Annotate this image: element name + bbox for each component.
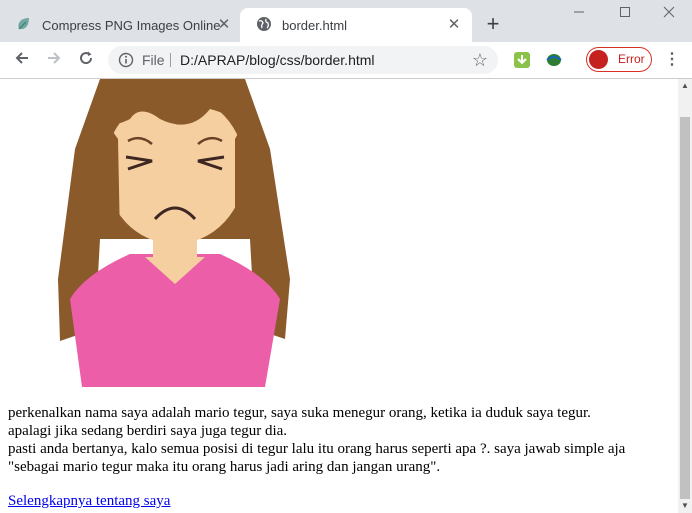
second-paragraph: pasti anda bertanya, kalo semua posisi d… bbox=[8, 440, 672, 476]
scheme-label: File bbox=[142, 52, 165, 68]
maximize-icon bbox=[620, 7, 630, 17]
tab-label: border.html bbox=[282, 17, 348, 33]
globe-icon bbox=[256, 16, 272, 35]
tab-border-html[interactable]: border.html ✕ bbox=[240, 8, 472, 42]
page-viewport: perkenalkan nama saya adalah mario tegur… bbox=[0, 79, 678, 513]
back-button[interactable] bbox=[10, 48, 34, 72]
minimize-icon bbox=[574, 11, 584, 13]
about-me-link[interactable]: Selengkapnya tentang saya bbox=[8, 492, 170, 510]
intro-paragraph: perkenalkan nama saya adalah mario tegur… bbox=[8, 404, 672, 440]
profile-error-button[interactable]: Error bbox=[586, 47, 652, 72]
scroll-down-icon[interactable]: ▼ bbox=[678, 499, 692, 513]
avatar bbox=[589, 50, 608, 69]
page-content: perkenalkan nama saya adalah mario tegur… bbox=[8, 404, 672, 510]
url-text[interactable]: D:/APRAP/blog/css/border.html bbox=[180, 52, 375, 68]
arrow-right-icon bbox=[48, 52, 61, 64]
profile-error-label: Error bbox=[618, 52, 645, 66]
tab-compress-png[interactable]: Compress PNG Images Online ✕ bbox=[0, 8, 242, 42]
text-line: perkenalkan nama saya adalah mario tegur… bbox=[8, 405, 591, 421]
info-icon[interactable] bbox=[118, 52, 134, 68]
page-scrollbar[interactable]: ▲ ▼ bbox=[678, 79, 692, 513]
leaf-icon bbox=[16, 16, 32, 35]
close-window-button[interactable] bbox=[646, 4, 692, 22]
scroll-up-icon[interactable]: ▲ bbox=[678, 79, 692, 93]
browser-toolbar: File D:/APRAP/blog/css/border.html ☆ Err… bbox=[0, 42, 692, 79]
text-line: "sebagai mario tegur maka itu orang haru… bbox=[8, 459, 441, 475]
close-icon[interactable]: ✕ bbox=[216, 17, 232, 33]
tab-label: Compress PNG Images Online bbox=[42, 17, 221, 33]
minimize-button[interactable] bbox=[556, 4, 602, 22]
close-icon[interactable]: ✕ bbox=[446, 17, 462, 33]
menu-dots-icon[interactable]: ⋮ bbox=[664, 50, 680, 70]
new-tab-button[interactable]: + bbox=[482, 13, 504, 35]
globe-extension-icon[interactable] bbox=[545, 52, 562, 68]
maximize-button[interactable] bbox=[602, 4, 648, 22]
star-icon[interactable]: ☆ bbox=[472, 50, 488, 70]
scroll-thumb[interactable] bbox=[680, 117, 690, 499]
omnibox-separator bbox=[170, 53, 171, 67]
reload-button[interactable] bbox=[74, 48, 98, 72]
text-line: apalagi jika sedang berdiri saya juga te… bbox=[8, 423, 288, 439]
arrow-left-icon bbox=[15, 52, 28, 64]
download-extension-icon[interactable] bbox=[514, 52, 530, 68]
forward-button[interactable] bbox=[42, 48, 66, 72]
reload-icon bbox=[80, 51, 93, 65]
address-bar[interactable]: File D:/APRAP/blog/css/border.html ☆ bbox=[108, 46, 498, 74]
text-line: pasti anda bertanya, kalo semua posisi d… bbox=[8, 441, 626, 457]
tab-strip: Compress PNG Images Online ✕ border.html… bbox=[0, 0, 692, 42]
close-window-icon bbox=[663, 6, 675, 18]
sad-girl-illustration bbox=[58, 79, 290, 387]
